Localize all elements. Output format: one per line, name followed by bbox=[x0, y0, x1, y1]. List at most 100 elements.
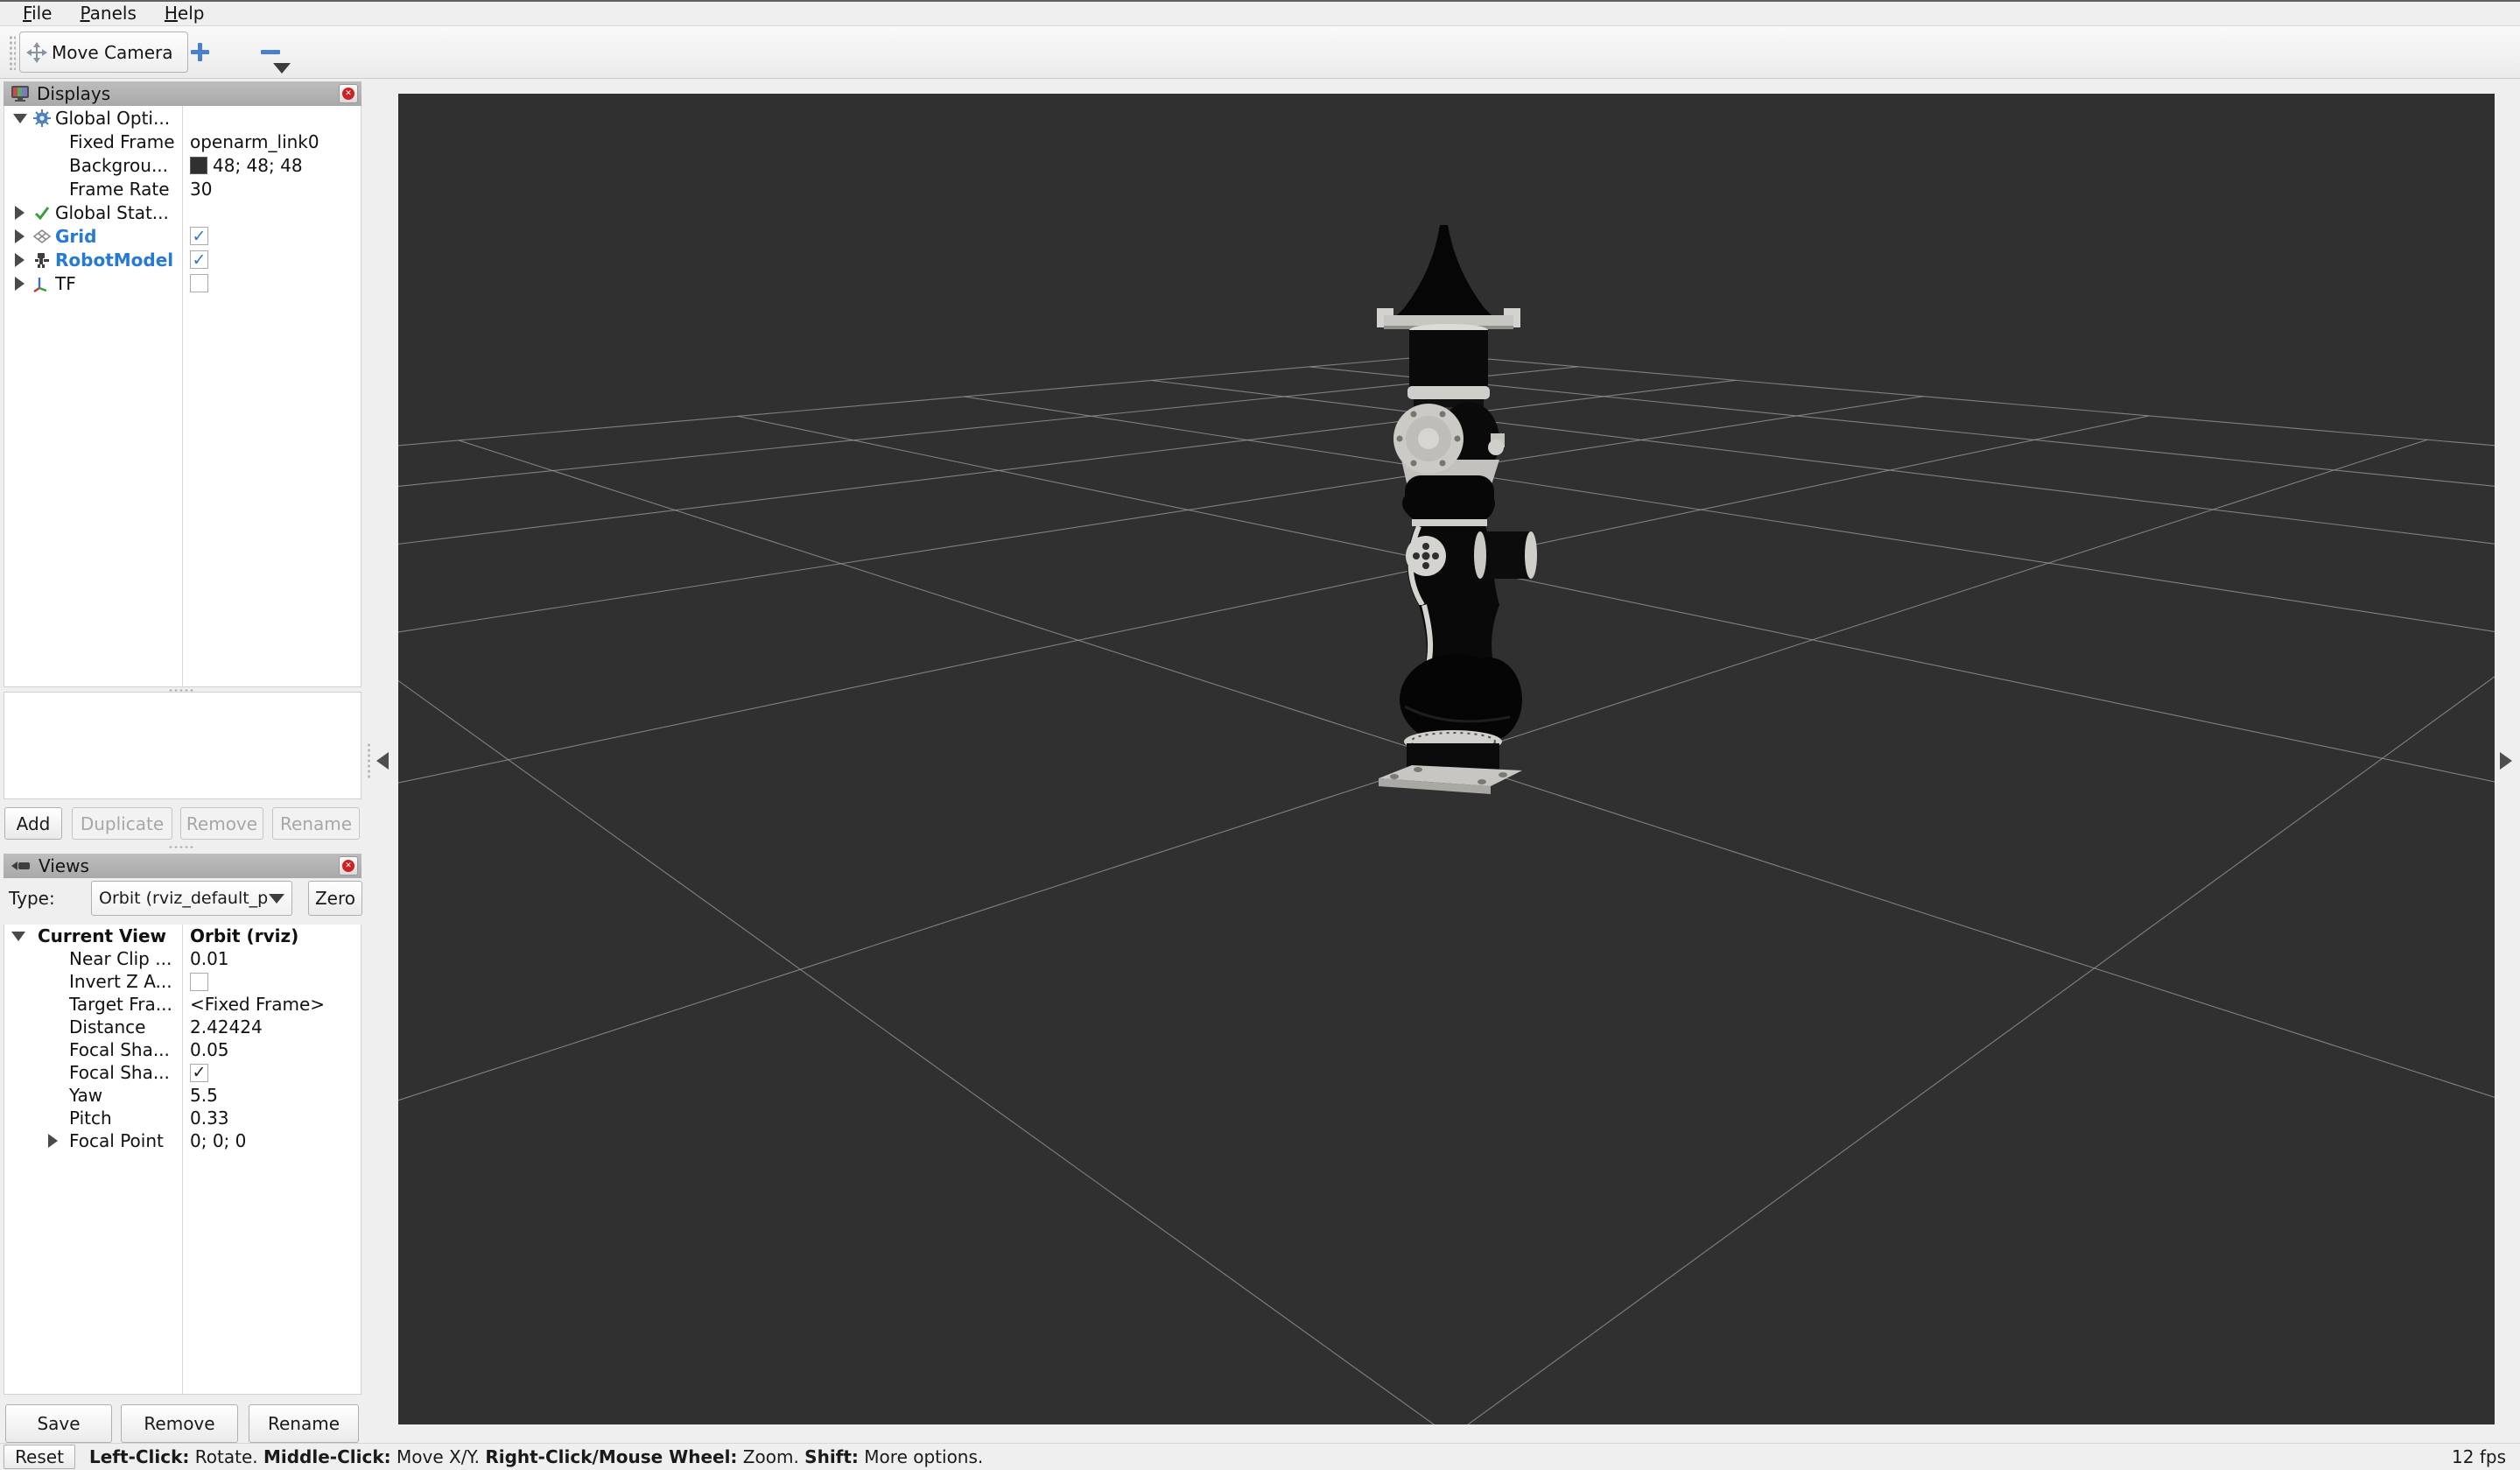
views-panel-header[interactable]: Views bbox=[4, 854, 362, 878]
row-label: Grid bbox=[55, 226, 181, 247]
menu-file[interactable]: File bbox=[9, 2, 66, 26]
tree-row-background-color[interactable]: Backgrou... 48; 48; 48 bbox=[4, 153, 361, 177]
collapse-right-arrow-icon[interactable] bbox=[2500, 752, 2512, 770]
fixed-frame-value[interactable]: openarm_link0 bbox=[190, 131, 359, 152]
target-frame-value[interactable]: <Fixed Frame> bbox=[190, 994, 359, 1015]
tree-row-near-clip[interactable]: Near Clip ... 0.01 bbox=[4, 947, 361, 970]
pitch-value[interactable]: 0.33 bbox=[190, 1108, 359, 1129]
frame-rate-value[interactable]: 30 bbox=[190, 179, 359, 200]
menu-bar: File Panels Help bbox=[0, 2, 2520, 26]
yaw-value[interactable]: 5.5 bbox=[190, 1085, 359, 1106]
displays-panel-title: Displays bbox=[37, 83, 339, 104]
near-clip-value[interactable]: 0.01 bbox=[190, 948, 359, 969]
expand-arrow-icon[interactable] bbox=[11, 932, 25, 941]
menu-help[interactable]: Help bbox=[151, 2, 219, 26]
tree-row-global-status[interactable]: Global Stat... bbox=[4, 200, 361, 224]
row-label: Focal Sha... bbox=[69, 1062, 181, 1083]
zero-button[interactable]: Zero bbox=[308, 881, 362, 916]
rename-view-button[interactable]: Rename bbox=[249, 1404, 359, 1443]
move-camera-tool-button[interactable]: Move Camera bbox=[19, 32, 188, 73]
current-view-value: Orbit (rviz) bbox=[190, 925, 359, 946]
tree-row-distance[interactable]: Distance 2.42424 bbox=[4, 1016, 361, 1038]
tree-row-global-options[interactable]: Global Opti... bbox=[4, 106, 361, 130]
focal-point-value[interactable]: 0; 0; 0 bbox=[190, 1130, 359, 1151]
add-display-button[interactable]: Add bbox=[4, 807, 62, 840]
tree-row-pitch[interactable]: Pitch 0.33 bbox=[4, 1107, 361, 1129]
background-color-value[interactable]: 48; 48; 48 bbox=[190, 155, 359, 176]
row-label: TF bbox=[55, 273, 181, 294]
remove-view-button[interactable]: Remove bbox=[121, 1404, 238, 1443]
displays-panel-header[interactable]: Displays bbox=[4, 81, 362, 106]
status-bar: Reset Left-Click: Rotate. Middle-Click: … bbox=[0, 1443, 2520, 1470]
views-tree: Current View Orbit (rviz) Near Clip ... … bbox=[4, 925, 362, 1395]
tree-row-yaw[interactable]: Yaw 5.5 bbox=[4, 1084, 361, 1107]
displays-tree: Global Opti... Fixed Frame openarm_link0… bbox=[4, 106, 362, 687]
expand-arrow-icon[interactable] bbox=[15, 277, 25, 291]
splitter-handle[interactable] bbox=[168, 845, 194, 849]
tree-row-target-frame[interactable]: Target Fra... <Fixed Frame> bbox=[4, 993, 361, 1016]
toolbar-overflow-arrow-icon[interactable] bbox=[273, 63, 291, 74]
close-icon bbox=[342, 88, 354, 100]
view-type-dropdown[interactable]: Orbit (rviz_default_plu bbox=[91, 881, 292, 916]
remove-display-button[interactable]: Remove bbox=[180, 807, 263, 840]
invert-z-checkbox[interactable] bbox=[190, 973, 208, 991]
color-swatch bbox=[190, 157, 207, 174]
rename-display-button[interactable]: Rename bbox=[272, 807, 360, 840]
move-camera-label: Move Camera bbox=[52, 42, 172, 63]
tf-axes-icon bbox=[32, 274, 52, 293]
grid-display-icon bbox=[32, 227, 52, 246]
render-viewport[interactable] bbox=[398, 94, 2495, 1424]
row-label: Near Clip ... bbox=[69, 948, 181, 969]
mouse-help-text: Left-Click: Rotate. Middle-Click: Move X… bbox=[89, 1446, 983, 1467]
remove-tool-icon[interactable] bbox=[261, 50, 280, 54]
collapse-left-arrow-icon[interactable] bbox=[376, 752, 389, 770]
monitor-icon bbox=[11, 85, 30, 102]
views-close-button[interactable] bbox=[339, 856, 358, 876]
gear-icon bbox=[32, 109, 52, 128]
add-tool-icon[interactable] bbox=[189, 41, 210, 62]
row-label: Focal Point bbox=[69, 1130, 181, 1151]
row-label: Distance bbox=[69, 1016, 181, 1037]
expand-arrow-icon[interactable] bbox=[15, 229, 25, 243]
row-label: Current View bbox=[38, 925, 181, 946]
fps-counter: 12 fps bbox=[2452, 1446, 2506, 1467]
displays-close-button[interactable] bbox=[339, 84, 358, 103]
tree-row-focal-shape-size[interactable]: Focal Sha... 0.05 bbox=[4, 1038, 361, 1061]
row-label: Global Opti... bbox=[55, 108, 181, 129]
distance-value[interactable]: 2.42424 bbox=[190, 1016, 359, 1037]
duplicate-display-button[interactable]: Duplicate bbox=[72, 807, 172, 840]
tree-row-robotmodel[interactable]: RobotModel bbox=[4, 248, 361, 271]
tree-row-focal-point[interactable]: Focal Point 0; 0; 0 bbox=[4, 1129, 361, 1152]
expand-arrow-icon[interactable] bbox=[15, 206, 25, 220]
row-label: Fixed Frame bbox=[69, 131, 181, 152]
save-view-button[interactable]: Save bbox=[5, 1404, 112, 1443]
expand-arrow-icon[interactable] bbox=[48, 1134, 58, 1148]
row-label: Invert Z A... bbox=[69, 971, 181, 992]
tf-enabled-checkbox[interactable] bbox=[190, 274, 208, 292]
views-panel-title: Views bbox=[39, 855, 339, 876]
robot-model-icon bbox=[32, 250, 52, 270]
close-icon bbox=[342, 860, 354, 872]
menu-panels[interactable]: Panels bbox=[66, 2, 150, 26]
expand-arrow-icon[interactable] bbox=[13, 114, 27, 123]
tree-row-frame-rate[interactable]: Frame Rate 30 bbox=[4, 177, 361, 200]
tree-row-fixed-frame[interactable]: Fixed Frame openarm_link0 bbox=[4, 130, 361, 153]
tree-row-current-view[interactable]: Current View Orbit (rviz) bbox=[4, 925, 361, 947]
row-label: RobotModel bbox=[55, 250, 181, 271]
tree-row-tf[interactable]: TF bbox=[4, 271, 361, 295]
toolbar-drag-handle[interactable] bbox=[9, 35, 16, 70]
focal-shape-size-value[interactable]: 0.05 bbox=[190, 1039, 359, 1060]
toolbar: Move Camera bbox=[0, 26, 2520, 79]
grid-enabled-checkbox[interactable] bbox=[190, 227, 208, 245]
reset-button[interactable]: Reset bbox=[4, 1445, 75, 1469]
panel-splitter-dots[interactable] bbox=[367, 742, 371, 779]
tree-row-focal-shape-fixed[interactable]: Focal Sha... bbox=[4, 1061, 361, 1084]
camera-icon bbox=[11, 859, 32, 873]
expand-arrow-icon[interactable] bbox=[15, 253, 25, 267]
row-label: Backgrou... bbox=[69, 155, 181, 176]
focal-shape-fixed-checkbox[interactable] bbox=[190, 1064, 208, 1082]
robotmodel-enabled-checkbox[interactable] bbox=[190, 250, 208, 269]
tree-row-grid[interactable]: Grid bbox=[4, 224, 361, 248]
tree-row-invert-z[interactable]: Invert Z A... bbox=[4, 970, 361, 993]
move-arrows-icon bbox=[25, 41, 48, 64]
